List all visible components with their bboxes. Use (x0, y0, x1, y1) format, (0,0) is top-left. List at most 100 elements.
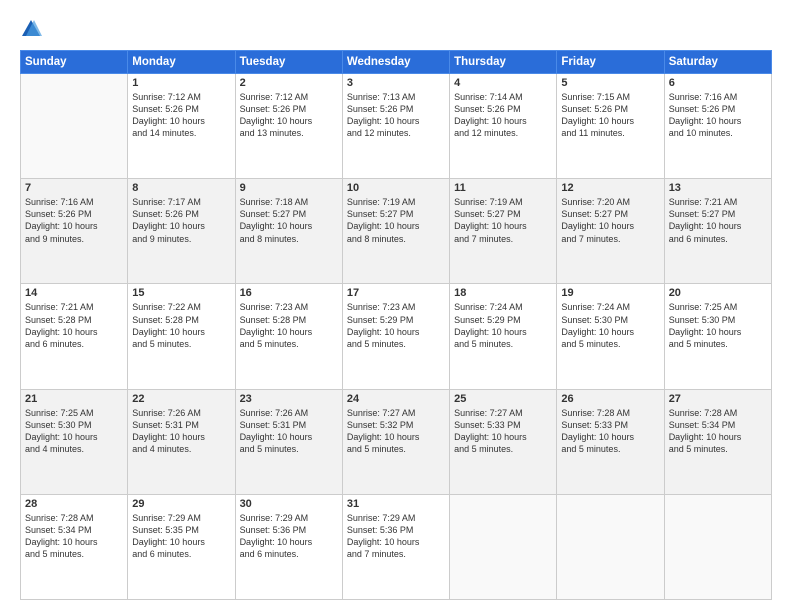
day-info: Sunrise: 7:28 AM Sunset: 5:34 PM Dayligh… (669, 407, 767, 456)
calendar-cell: 31Sunrise: 7:29 AM Sunset: 5:36 PM Dayli… (342, 494, 449, 599)
day-number: 28 (25, 498, 123, 510)
day-info: Sunrise: 7:16 AM Sunset: 5:26 PM Dayligh… (25, 196, 123, 245)
day-number: 15 (132, 287, 230, 299)
day-number: 26 (561, 393, 659, 405)
calendar-cell: 7 Sunrise: 7:16 AM Sunset: 5:26 PM Daylig… (21, 179, 128, 284)
weekday-header-row: SundayMondayTuesdayWednesdayThursdayFrid… (21, 51, 772, 74)
page: SundayMondayTuesdayWednesdayThursdayFrid… (0, 0, 792, 612)
day-number: 29 (132, 498, 230, 510)
day-number: 9 (240, 182, 338, 194)
day-info: Sunrise: 7:26 AM Sunset: 5:31 PM Dayligh… (132, 407, 230, 456)
weekday-header-thursday: Thursday (450, 51, 557, 74)
day-info: Sunrise: 7:21 AM Sunset: 5:28 PM Dayligh… (25, 301, 123, 350)
day-number: 13 (669, 182, 767, 194)
calendar-cell (664, 494, 771, 599)
calendar-cell: 17 Sunrise: 7:23 AM Sunset: 5:29 PM Dayli… (342, 284, 449, 389)
calendar-cell: 9 Sunrise: 7:18 AM Sunset: 5:27 PM Daylig… (235, 179, 342, 284)
logo-icon (20, 18, 42, 40)
day-info: Sunrise: 7:17 AM Sunset: 5:26 PM Dayligh… (132, 196, 230, 245)
day-info: Sunrise: 7:27 AM Sunset: 5:33 PM Dayligh… (454, 407, 552, 456)
calendar-cell: 28 Sunrise: 7:28 AM Sunset: 5:34 PM Dayli… (21, 494, 128, 599)
day-number: 21 (25, 393, 123, 405)
day-info: Sunrise: 7:27 AM Sunset: 5:32 PM Dayligh… (347, 407, 445, 456)
calendar-week-row: 7 Sunrise: 7:16 AM Sunset: 5:26 PM Daylig… (21, 179, 772, 284)
calendar-cell: 29 Sunrise: 7:29 AM Sunset: 5:35 PM Dayli… (128, 494, 235, 599)
weekday-header-sunday: Sunday (21, 51, 128, 74)
weekday-header-saturday: Saturday (664, 51, 771, 74)
calendar-week-row: 1 Sunrise: 7:12 AM Sunset: 5:26 PM Daylig… (21, 74, 772, 179)
day-info: Sunrise: 7:24 AM Sunset: 5:29 PM Dayligh… (454, 301, 552, 350)
day-number: 3 (347, 77, 445, 89)
day-info: Sunrise: 7:29 AM Sunset: 5:36 PM Dayligh… (240, 512, 338, 561)
calendar-cell: 16 Sunrise: 7:23 AM Sunset: 5:28 PM Dayli… (235, 284, 342, 389)
day-info: Sunrise: 7:23 AM Sunset: 5:29 PM Dayligh… (347, 301, 445, 350)
day-info: Sunrise: 7:13 AM Sunset: 5:26 PM Dayligh… (347, 91, 445, 140)
day-info: Sunrise: 7:26 AM Sunset: 5:31 PM Dayligh… (240, 407, 338, 456)
day-number: 6 (669, 77, 767, 89)
day-number: 11 (454, 182, 552, 194)
calendar-table: SundayMondayTuesdayWednesdayThursdayFrid… (20, 50, 772, 600)
day-number: 24 (347, 393, 445, 405)
calendar-cell (450, 494, 557, 599)
calendar-cell: 30Sunrise: 7:29 AM Sunset: 5:36 PM Dayli… (235, 494, 342, 599)
calendar-cell: 23 Sunrise: 7:26 AM Sunset: 5:31 PM Dayli… (235, 389, 342, 494)
day-number: 19 (561, 287, 659, 299)
day-number: 14 (25, 287, 123, 299)
day-info: Sunrise: 7:25 AM Sunset: 5:30 PM Dayligh… (25, 407, 123, 456)
day-info: Sunrise: 7:28 AM Sunset: 5:33 PM Dayligh… (561, 407, 659, 456)
calendar-cell: 8 Sunrise: 7:17 AM Sunset: 5:26 PM Daylig… (128, 179, 235, 284)
calendar-cell: 1Sunrise: 7:12 AM Sunset: 5:26 PM Daylig… (128, 74, 235, 179)
day-number: 25 (454, 393, 552, 405)
day-number: 20 (669, 287, 767, 299)
day-number: 23 (240, 393, 338, 405)
weekday-header-wednesday: Wednesday (342, 51, 449, 74)
calendar-week-row: 28 Sunrise: 7:28 AM Sunset: 5:34 PM Dayli… (21, 494, 772, 599)
calendar-cell: 13 Sunrise: 7:21 AM Sunset: 5:27 PM Dayli… (664, 179, 771, 284)
day-info: Sunrise: 7:16 AM Sunset: 5:26 PM Dayligh… (669, 91, 767, 140)
day-info: Sunrise: 7:18 AM Sunset: 5:27 PM Dayligh… (240, 196, 338, 245)
calendar-cell (557, 494, 664, 599)
calendar-cell: 12Sunrise: 7:20 AM Sunset: 5:27 PM Dayli… (557, 179, 664, 284)
day-number: 8 (132, 182, 230, 194)
day-info: Sunrise: 7:28 AM Sunset: 5:34 PM Dayligh… (25, 512, 123, 561)
calendar-cell: 5 Sunrise: 7:15 AM Sunset: 5:26 PM Daylig… (557, 74, 664, 179)
day-number: 4 (454, 77, 552, 89)
day-info: Sunrise: 7:22 AM Sunset: 5:28 PM Dayligh… (132, 301, 230, 350)
calendar-cell: 26 Sunrise: 7:28 AM Sunset: 5:33 PM Dayli… (557, 389, 664, 494)
day-number: 27 (669, 393, 767, 405)
day-info: Sunrise: 7:12 AM Sunset: 5:26 PM Dayligh… (240, 91, 338, 140)
calendar-cell: 27 Sunrise: 7:28 AM Sunset: 5:34 PM Dayli… (664, 389, 771, 494)
calendar-cell (21, 74, 128, 179)
calendar-cell: 20 Sunrise: 7:25 AM Sunset: 5:30 PM Dayli… (664, 284, 771, 389)
day-info: Sunrise: 7:25 AM Sunset: 5:30 PM Dayligh… (669, 301, 767, 350)
day-info: Sunrise: 7:21 AM Sunset: 5:27 PM Dayligh… (669, 196, 767, 245)
calendar-week-row: 14 Sunrise: 7:21 AM Sunset: 5:28 PM Dayli… (21, 284, 772, 389)
day-number: 5 (561, 77, 659, 89)
calendar-cell: 14 Sunrise: 7:21 AM Sunset: 5:28 PM Dayli… (21, 284, 128, 389)
day-number: 7 (25, 182, 123, 194)
day-info: Sunrise: 7:19 AM Sunset: 5:27 PM Dayligh… (347, 196, 445, 245)
day-info: Sunrise: 7:29 AM Sunset: 5:36 PM Dayligh… (347, 512, 445, 561)
day-number: 16 (240, 287, 338, 299)
day-info: Sunrise: 7:15 AM Sunset: 5:26 PM Dayligh… (561, 91, 659, 140)
weekday-header-tuesday: Tuesday (235, 51, 342, 74)
day-number: 17 (347, 287, 445, 299)
calendar-cell: 15 Sunrise: 7:22 AM Sunset: 5:28 PM Dayli… (128, 284, 235, 389)
header (20, 18, 772, 40)
calendar-week-row: 21 Sunrise: 7:25 AM Sunset: 5:30 PM Dayli… (21, 389, 772, 494)
calendar-cell: 6 Sunrise: 7:16 AM Sunset: 5:26 PM Daylig… (664, 74, 771, 179)
calendar-cell: 22 Sunrise: 7:26 AM Sunset: 5:31 PM Dayli… (128, 389, 235, 494)
day-info: Sunrise: 7:29 AM Sunset: 5:35 PM Dayligh… (132, 512, 230, 561)
weekday-header-monday: Monday (128, 51, 235, 74)
calendar-cell: 3 Sunrise: 7:13 AM Sunset: 5:26 PM Daylig… (342, 74, 449, 179)
calendar-cell: 4Sunrise: 7:14 AM Sunset: 5:26 PM Daylig… (450, 74, 557, 179)
weekday-header-friday: Friday (557, 51, 664, 74)
calendar-cell: 11Sunrise: 7:19 AM Sunset: 5:27 PM Dayli… (450, 179, 557, 284)
day-number: 10 (347, 182, 445, 194)
day-number: 1 (132, 77, 230, 89)
calendar-cell: 18 Sunrise: 7:24 AM Sunset: 5:29 PM Dayli… (450, 284, 557, 389)
day-info: Sunrise: 7:23 AM Sunset: 5:28 PM Dayligh… (240, 301, 338, 350)
day-number: 2 (240, 77, 338, 89)
day-number: 18 (454, 287, 552, 299)
day-number: 22 (132, 393, 230, 405)
